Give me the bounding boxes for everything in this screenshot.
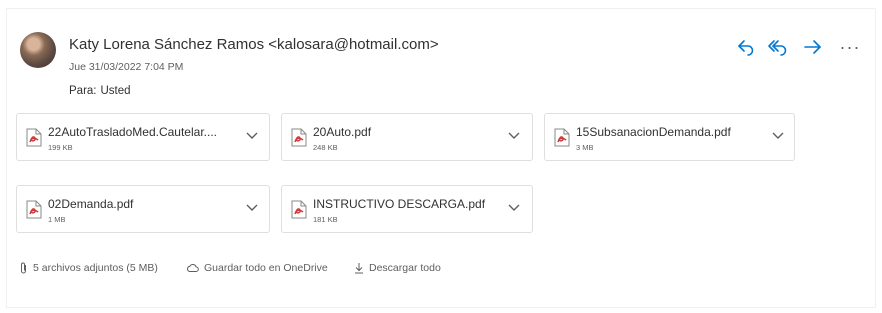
message-actions: ··· (0, 34, 882, 62)
attachment-name: 22AutoTrasladoMed.Cautelar.... (48, 125, 217, 139)
recipient-row: Para: Usted (69, 85, 131, 97)
paperclip-icon (21, 262, 26, 274)
attachment-count-label: 5 archivos adjuntos (5 MB) (33, 262, 158, 274)
pdf-icon (291, 128, 307, 147)
attachment-name: 15SubsanacionDemanda.pdf (576, 125, 731, 139)
download-all-button[interactable]: Descargar todo (354, 262, 441, 274)
reply-icon (738, 40, 754, 56)
chevron-down-icon[interactable] (246, 132, 258, 140)
to-label: Para: (69, 85, 97, 97)
attachment-card[interactable]: 15SubsanacionDemanda.pdf 3 MB (544, 113, 795, 161)
sent-date: Jue 31/03/2022 7:04 PM (69, 61, 184, 73)
save-to-onedrive-button[interactable]: Guardar todo en OneDrive (186, 262, 328, 274)
chevron-down-icon[interactable] (772, 132, 784, 140)
reply-all-icon (768, 40, 787, 56)
forward-button[interactable] (800, 34, 826, 60)
download-all-label: Descargar todo (369, 262, 441, 274)
to-value[interactable]: Usted (101, 85, 131, 97)
reply-all-button[interactable] (765, 34, 791, 60)
pdf-icon (26, 128, 42, 147)
chevron-down-icon[interactable] (508, 132, 520, 140)
attachment-size: 199 KB (48, 143, 73, 152)
attachment-card[interactable]: 20Auto.pdf 248 KB (281, 113, 533, 161)
attachment-name: 02Demanda.pdf (48, 197, 134, 211)
attachment-card[interactable]: 02Demanda.pdf 1 MB (16, 185, 270, 233)
attachment-size: 3 MB (576, 143, 594, 152)
attachment-name: INSTRUCTIVO DESCARGA.pdf (313, 197, 486, 211)
download-icon (355, 263, 363, 274)
chevron-down-icon[interactable] (508, 204, 520, 212)
attachment-count: 5 archivos adjuntos (5 MB) (19, 262, 158, 274)
attachment-size: 181 KB (313, 215, 338, 224)
pdf-icon (26, 200, 42, 219)
save-to-onedrive-label: Guardar todo en OneDrive (204, 262, 328, 274)
cloud-icon (187, 263, 199, 272)
more-actions-button[interactable]: ··· (837, 34, 863, 60)
reply-button[interactable] (733, 34, 759, 60)
attachment-size: 1 MB (48, 215, 66, 224)
attachment-card[interactable]: 22AutoTrasladoMed.Cautelar.... 199 KB (16, 113, 270, 161)
pdf-icon (291, 200, 307, 219)
attachment-name: 20Auto.pdf (313, 125, 372, 139)
attachment-size: 248 KB (313, 143, 338, 152)
chevron-down-icon[interactable] (246, 204, 258, 212)
forward-icon (804, 40, 821, 54)
attachment-card[interactable]: INSTRUCTIVO DESCARGA.pdf 181 KB (281, 185, 533, 233)
pdf-icon (554, 128, 570, 147)
